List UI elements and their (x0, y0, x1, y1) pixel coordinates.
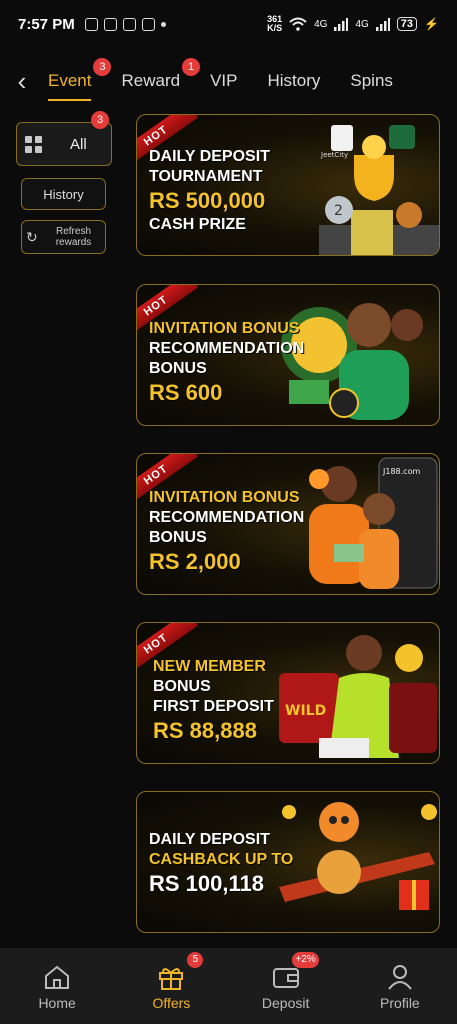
history-button[interactable]: History (21, 178, 106, 210)
banner-text: NEW MEMBER BONUS FIRST DEPOSIT Rs 88,888 (153, 658, 274, 743)
category-sidebar: All 3 History ↻ Refresh rewards (16, 111, 112, 254)
filter-all-badge: 3 (91, 111, 109, 129)
status-right: 361 K/S 4G 4G 73 ⚡ (267, 15, 439, 33)
banner-text: INVITATION BONUS RECOMMENDATION BONUS Rs… (149, 489, 305, 574)
signal-a-icon (334, 17, 349, 31)
tab-reward[interactable]: Reward 1 (113, 58, 202, 91)
deposit-bonus-badge: +2% (292, 952, 319, 968)
refresh-rewards-button[interactable]: ↻ Refresh rewards (21, 220, 106, 254)
promo-banner-cashback[interactable]: DAILY DEPOSIT CASHBACK UP TO Rs 100,118 (136, 791, 440, 933)
battery-indicator: 73 (396, 17, 418, 31)
grid-icon (25, 135, 42, 153)
banner-text: DAILY DEPOSIT CASHBACK UP TO Rs 100,118 (149, 831, 294, 896)
notification-icons (84, 17, 166, 31)
tab-spins[interactable]: Spins (342, 71, 415, 91)
back-arrow-icon[interactable]: ‹ (4, 66, 40, 97)
nav-profile[interactable]: Profile (343, 948, 457, 1024)
signal-b-label: 4G (355, 18, 369, 30)
refresh-icon: ↻ (26, 228, 38, 245)
charging-icon: ⚡ (424, 17, 439, 31)
tab-history[interactable]: History (259, 71, 342, 91)
app-notification-icon (84, 17, 98, 31)
site-name-text: J188.com (382, 467, 420, 476)
nav-offers[interactable]: 5 Offers (114, 948, 228, 1024)
trophy-illustration: 2 JeetCity (319, 125, 439, 255)
status-bar: 7:57 PM 361 K/S 4G 4G 73 ⚡ (0, 0, 457, 48)
tab-reward-badge: 1 (182, 58, 201, 76)
gamepad-notification-icon (103, 17, 117, 31)
promo-banner-tournament[interactable]: 2 JeetCity HOT DAILY DEPOSIT TOURNAMENT … (136, 114, 440, 256)
tiger-plane-illustration (279, 802, 437, 910)
brand-logo-text: JeetCity (320, 151, 348, 159)
promo-banner-invitation-2000[interactable]: J188.com HOT INVITATION BONUS RECOMMENDA… (136, 453, 440, 595)
signal-a-label: 4G (314, 18, 328, 30)
home-icon (45, 965, 70, 989)
wifi-icon (289, 17, 307, 31)
filter-all-button[interactable]: All 3 (16, 111, 112, 166)
tab-vip[interactable]: VIP (202, 71, 259, 91)
offers-badge: 5 (187, 952, 204, 968)
net-speed: 361 K/S (267, 14, 283, 33)
more-notifications-icon (160, 21, 166, 27)
banner-text: INVITATION BONUS RECOMMENDATION BONUS Rs… (149, 320, 305, 405)
bottom-nav: Home 5 Offers +2% Deposit Profile (0, 948, 457, 1024)
tab-bar: ‹ Event 3 Reward 1 VIP History Spins (0, 58, 457, 104)
instagram-notification-icon (122, 17, 136, 31)
wild-symbol-text: WILD (285, 703, 326, 719)
gift-icon (159, 967, 184, 990)
slot-illustration: WILD (279, 635, 437, 758)
nav-home[interactable]: Home (0, 948, 114, 1024)
promo-banner-new-member[interactable]: WILD HOT NEW MEMBER BONUS FIRST DEPOSIT … (136, 622, 440, 764)
signal-b-icon (375, 17, 390, 31)
tab-event[interactable]: Event 3 (40, 58, 113, 101)
svg-text:2: 2 (334, 203, 343, 219)
person-icon (388, 964, 412, 990)
status-time: 7:57 PM (18, 15, 75, 33)
banner-text: DAILY DEPOSIT TOURNAMENT Rs 500,000 CASH… (149, 148, 270, 233)
snapchat-notification-icon (141, 17, 155, 31)
tab-event-badge: 3 (93, 58, 112, 76)
nav-deposit[interactable]: +2% Deposit (229, 948, 343, 1024)
promo-banner-invitation-600[interactable]: HOT INVITATION BONUS RECOMMENDATION BONU… (136, 284, 440, 426)
